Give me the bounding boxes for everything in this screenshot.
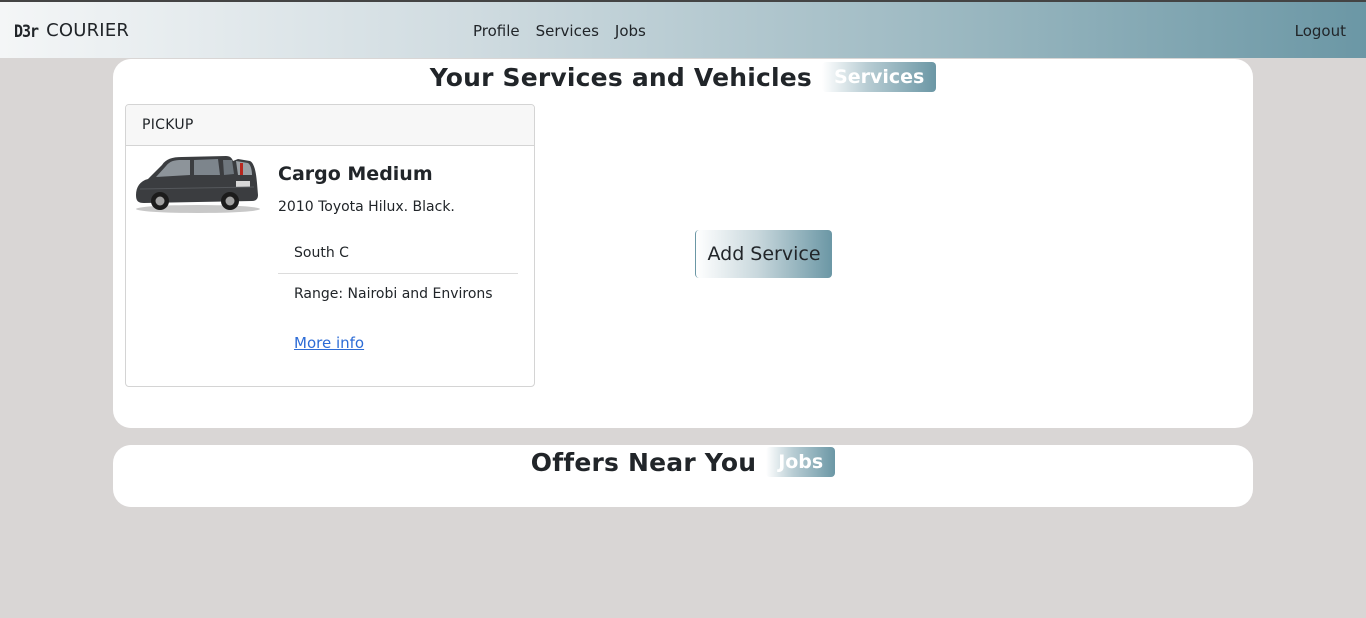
jobs-badge: Jobs [766, 447, 836, 477]
service-card-subtitle: 2010 Toyota Hilux. Black. [278, 199, 455, 215]
services-badge: Services [822, 62, 937, 92]
more-info-link[interactable]: More info [294, 334, 364, 352]
brand-name: COURIER [46, 20, 130, 41]
navbar: D3r COURIER Profile Services Jobs Logout [0, 0, 1366, 58]
vehicle-image [136, 156, 260, 213]
service-location: South C [294, 245, 349, 261]
service-card-header: PICKUP [126, 105, 534, 146]
nav-links: Profile Services Jobs [473, 22, 646, 40]
offers-panel-header: Offers Near You Jobs [113, 447, 1253, 477]
logout-link[interactable]: Logout [1295, 22, 1346, 40]
service-range: Range: Nairobi and Environs [278, 273, 518, 314]
service-card-title: Cargo Medium [278, 163, 433, 185]
brand-logo: D3r [14, 20, 39, 41]
nav-link-profile[interactable]: Profile [473, 22, 520, 40]
services-panel: Your Services and Vehicles Services PICK… [113, 59, 1253, 428]
nav-link-services[interactable]: Services [536, 22, 599, 40]
add-service-button[interactable]: Add Service [695, 230, 832, 278]
service-card: PICKUP Cargo Medium 2010 Toyota Hilux. B… [125, 104, 535, 387]
offers-panel: Offers Near You Jobs [113, 445, 1253, 507]
brand-link[interactable]: D3r COURIER [14, 20, 129, 41]
service-details-list: South C Range: Nairobi and Environs [278, 233, 518, 314]
nav-link-jobs[interactable]: Jobs [615, 22, 646, 40]
services-panel-header: Your Services and Vehicles Services [113, 62, 1253, 92]
services-panel-title: Your Services and Vehicles [429, 62, 813, 92]
offers-panel-title: Offers Near You [530, 447, 757, 477]
